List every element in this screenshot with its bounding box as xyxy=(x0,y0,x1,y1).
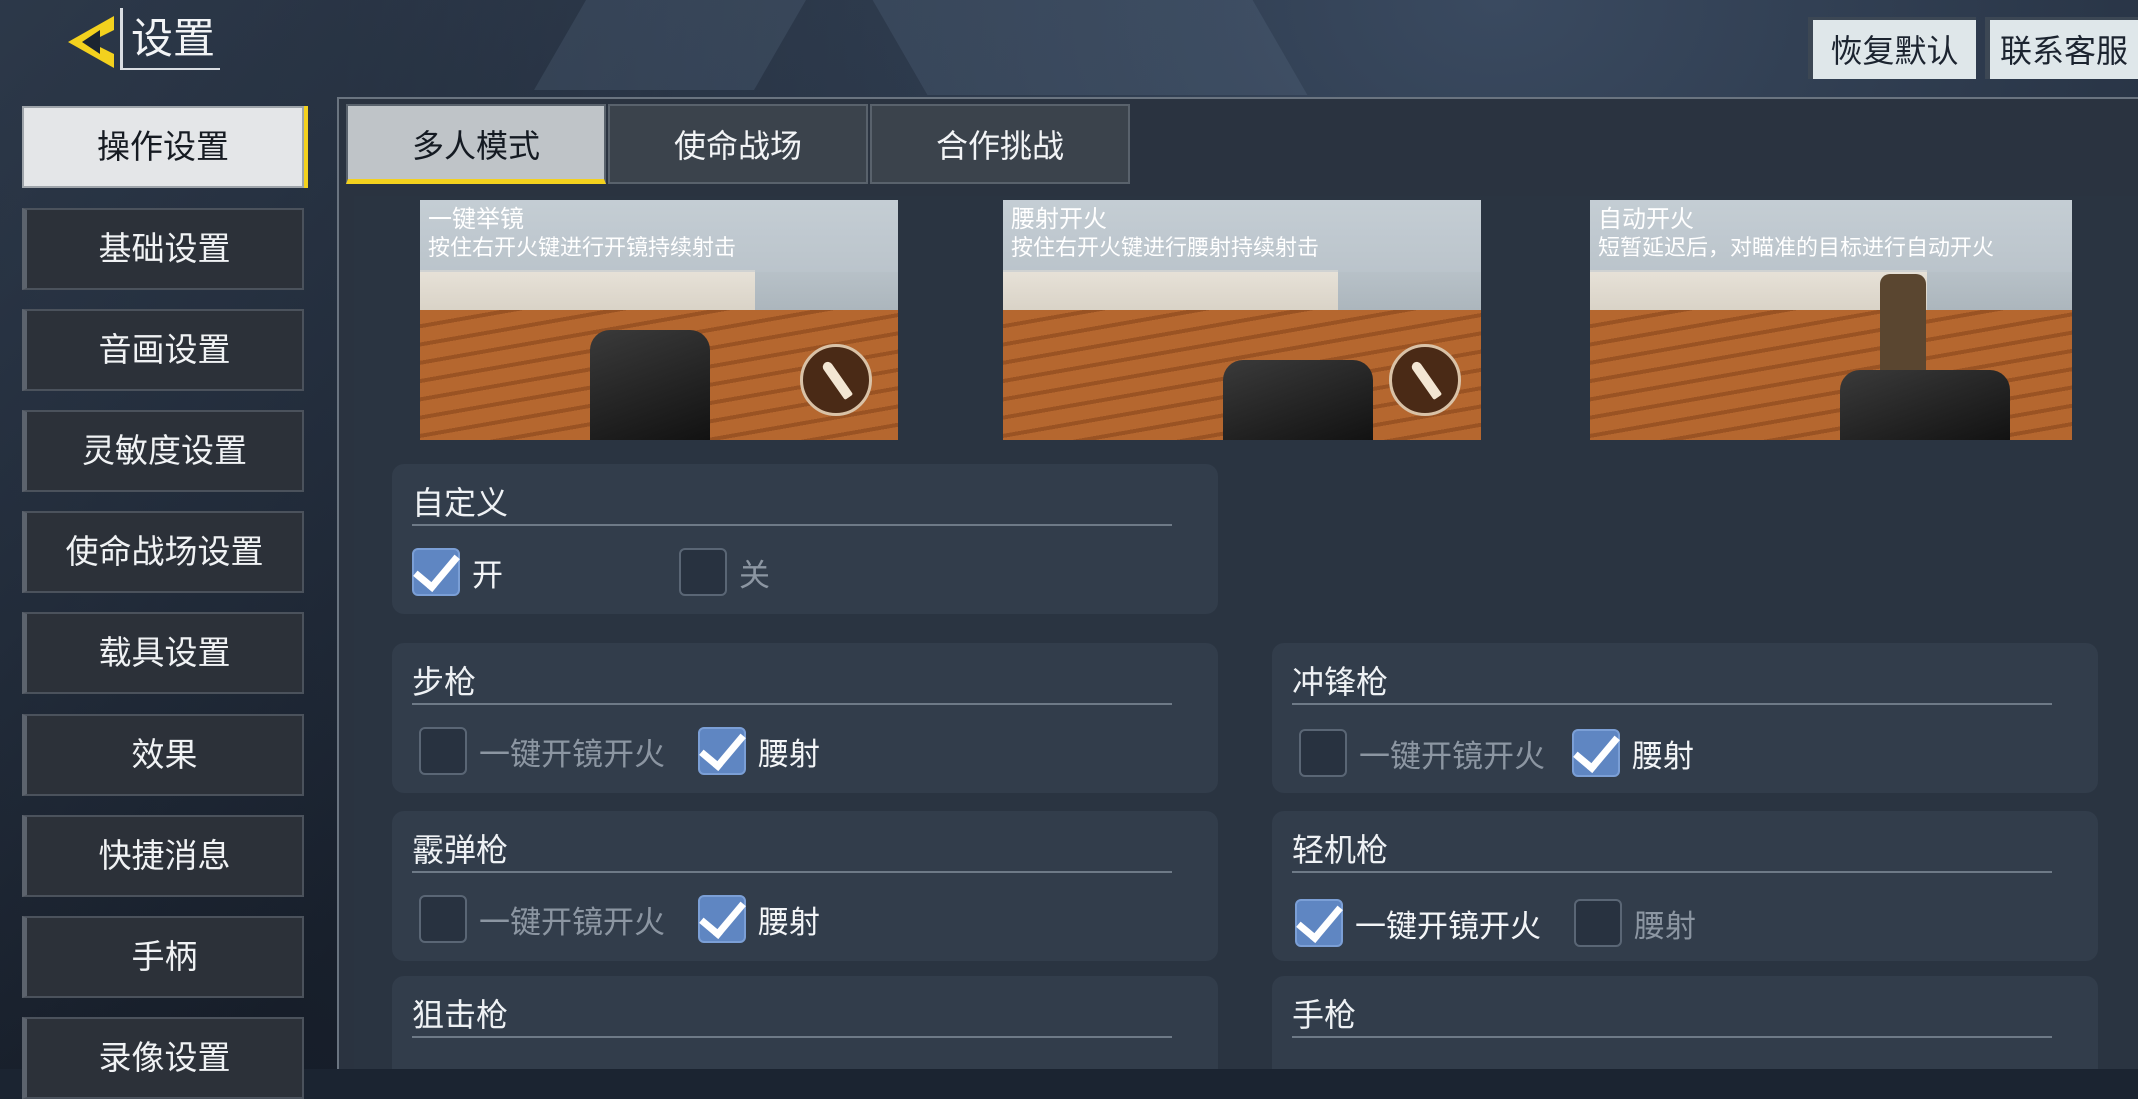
custom-on-option[interactable]: 开 xyxy=(412,548,503,596)
lmg-ads-fire-option[interactable]: 一键开镜开火 xyxy=(1295,899,1541,947)
sidebar-item-recording[interactable]: 录像设置 xyxy=(22,1017,304,1099)
group-title: 手枪 xyxy=(1292,996,1357,1034)
smg-hip-fire-option[interactable]: 腰射 xyxy=(1572,729,1694,777)
group-title: 轻机枪 xyxy=(1292,831,1389,869)
option-label: 腰射 xyxy=(758,736,820,773)
sidebar-item-audio-video[interactable]: 音画设置 xyxy=(22,309,304,391)
option-label: 一键开镜开火 xyxy=(1359,738,1545,775)
checkbox-unchecked[interactable] xyxy=(1299,729,1347,777)
sidebar-item-battle-royale[interactable]: 使命战场设置 xyxy=(22,511,304,593)
rifle-ads-fire-option[interactable]: 一键开镜开火 xyxy=(419,727,665,775)
rifle-hip-fire-option[interactable]: 腰射 xyxy=(698,727,820,775)
group-title: 冲锋枪 xyxy=(1292,663,1389,701)
checkbox-checked[interactable] xyxy=(698,895,746,943)
tab-multiplayer[interactable]: 多人模式 xyxy=(346,104,606,184)
checkbox-unchecked[interactable] xyxy=(679,548,727,596)
sidebar-item-quick-messages[interactable]: 快捷消息 xyxy=(22,815,304,897)
contact-support-button[interactable]: 联系客服 xyxy=(1985,17,2138,79)
fire-button-icon xyxy=(800,344,872,416)
sidebar-item-basic[interactable]: 基础设置 xyxy=(22,208,304,290)
option-label: 关 xyxy=(739,557,770,594)
checkbox-unchecked[interactable] xyxy=(419,895,467,943)
custom-group: 自定义 开 关 xyxy=(392,464,1218,614)
smg-ads-fire-option[interactable]: 一键开镜开火 xyxy=(1299,729,1545,777)
option-label: 腰射 xyxy=(1632,738,1694,775)
checkbox-unchecked[interactable] xyxy=(1574,899,1622,947)
enemy-soldier-image xyxy=(1880,274,1926,384)
preview-title: 腰射开火 xyxy=(1011,205,1107,233)
weapon-image xyxy=(1840,370,2010,440)
lmg-group: 轻机枪 一键开镜开火 腰射 xyxy=(1272,811,2098,961)
preview-title: 自动开火 xyxy=(1598,205,1694,233)
checkbox-checked[interactable] xyxy=(1295,899,1343,947)
preview-card-ads-fire[interactable]: 一键举镜 按住右开火键进行开镜持续射击 xyxy=(420,200,898,440)
smg-group: 冲锋枪 一键开镜开火 腰射 xyxy=(1272,643,2098,793)
shotgun-ads-fire-option[interactable]: 一键开镜开火 xyxy=(419,895,665,943)
preview-description: 短暂延迟后，对瞄准的目标进行自动开火 xyxy=(1598,236,1995,261)
page-title: 设置 xyxy=(120,8,220,70)
weapon-image xyxy=(590,330,710,440)
group-title: 狙击枪 xyxy=(412,996,509,1034)
rifle-group: 步枪 一键开镜开火 腰射 xyxy=(392,643,1218,793)
sidebar-item-controller[interactable]: 手柄 xyxy=(22,916,304,998)
group-title: 霰弹枪 xyxy=(412,831,509,869)
restore-default-button[interactable]: 恢复默认 xyxy=(1808,17,1976,79)
shotgun-group: 霰弹枪 一键开镜开火 腰射 xyxy=(392,811,1218,961)
checkbox-checked[interactable] xyxy=(698,727,746,775)
background-decoration xyxy=(872,0,1308,95)
preview-description: 按住右开火键进行开镜持续射击 xyxy=(428,236,737,261)
preview-card-hip-fire[interactable]: 腰射开火 按住右开火键进行腰射持续射击 xyxy=(1003,200,1481,440)
option-label: 腰射 xyxy=(1634,908,1696,945)
checkbox-checked[interactable] xyxy=(1572,729,1620,777)
fire-button-icon xyxy=(1389,344,1461,416)
checkbox-unchecked[interactable] xyxy=(419,727,467,775)
weapon-image xyxy=(1223,360,1373,440)
option-label: 一键开镜开火 xyxy=(1355,908,1541,945)
checkbox-checked[interactable] xyxy=(412,548,460,596)
option-label: 开 xyxy=(472,557,503,594)
group-title: 步枪 xyxy=(412,663,477,701)
preview-title: 一键举镜 xyxy=(428,205,524,233)
sniper-group: 狙击枪 xyxy=(392,976,1218,1069)
back-arrow-icon xyxy=(68,16,114,68)
sidebar-item-sensitivity[interactable]: 灵敏度设置 xyxy=(22,410,304,492)
sidebar-item-effects[interactable]: 效果 xyxy=(22,714,304,796)
group-title: 自定义 xyxy=(412,484,509,522)
option-label: 腰射 xyxy=(758,904,820,941)
sidebar-item-operation[interactable]: 操作设置 xyxy=(22,106,304,188)
preview-description: 按住右开火键进行腰射持续射击 xyxy=(1011,236,1320,261)
preview-card-auto-fire[interactable]: 自动开火 短暂延迟后，对瞄准的目标进行自动开火 xyxy=(1590,200,2072,440)
shotgun-hip-fire-option[interactable]: 腰射 xyxy=(698,895,820,943)
pistol-group: 手枪 xyxy=(1272,976,2098,1069)
tab-battle-royale[interactable]: 使命战场 xyxy=(608,104,868,184)
back-button[interactable] xyxy=(60,12,122,72)
tab-coop-challenge[interactable]: 合作挑战 xyxy=(870,104,1130,184)
option-label: 一键开镜开火 xyxy=(479,736,665,773)
lmg-hip-fire-option[interactable]: 腰射 xyxy=(1574,899,1696,947)
option-label: 一键开镜开火 xyxy=(479,904,665,941)
sidebar-item-vehicle[interactable]: 载具设置 xyxy=(22,612,304,694)
custom-off-option[interactable]: 关 xyxy=(679,548,770,596)
